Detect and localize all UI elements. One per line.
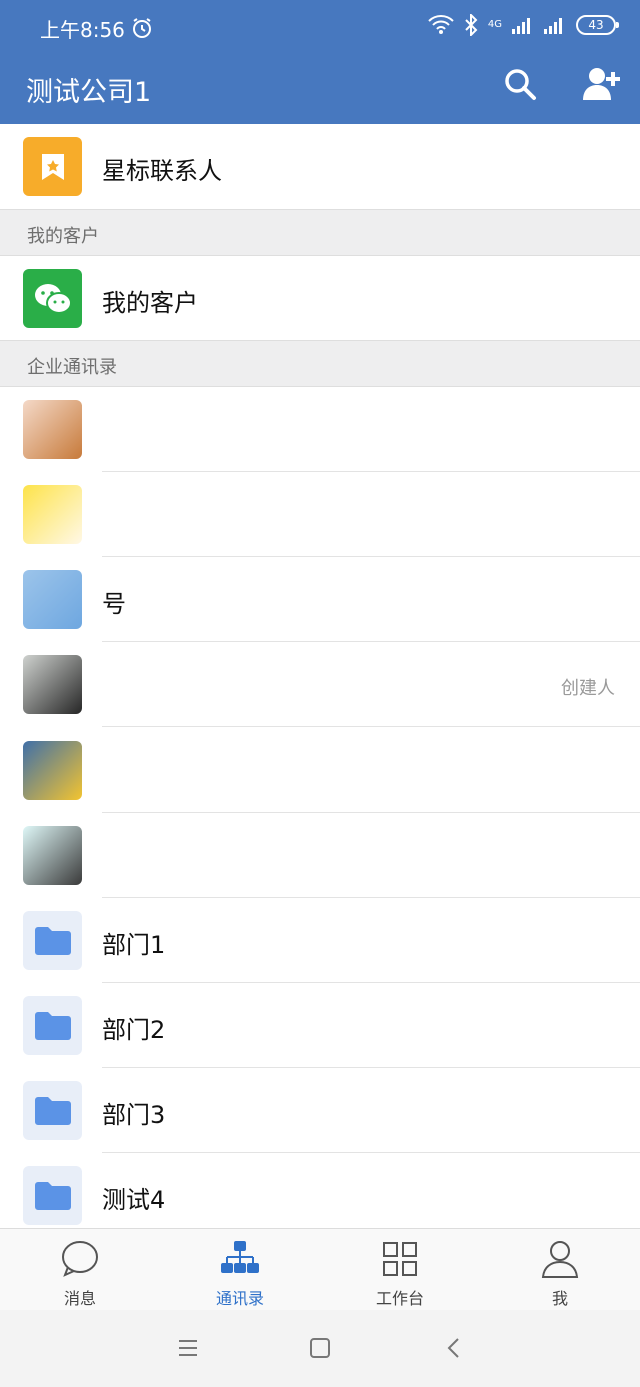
avatar	[23, 826, 82, 885]
network-type: 4G	[487, 19, 502, 30]
department-row[interactable]: 测试4	[0, 1153, 640, 1238]
wifi-icon	[428, 15, 454, 34]
add-contact-icon[interactable]	[582, 66, 620, 102]
folder-icon	[23, 1081, 82, 1140]
starred-label: 星标联系人	[102, 157, 222, 185]
my-customers-row[interactable]: 我的客户	[0, 256, 640, 341]
wechat-icon	[23, 269, 82, 328]
back-icon[interactable]	[442, 1336, 466, 1360]
status-indicators: 4G 43	[428, 14, 619, 36]
folder-icon	[23, 996, 82, 1055]
tab-label: 消息	[63, 1289, 96, 1308]
starred-icon	[23, 137, 82, 196]
section-header-customers: 我的客户	[0, 209, 640, 256]
bluetooth-icon	[465, 14, 478, 36]
avatar	[23, 570, 82, 629]
contact-row[interactable]	[0, 387, 640, 472]
system-nav-bar	[0, 1310, 640, 1387]
tab-messages[interactable]: 消息	[0, 1229, 160, 1311]
contact-row[interactable]	[0, 813, 640, 898]
avatar	[23, 655, 82, 714]
grid-icon	[383, 1242, 417, 1276]
search-icon[interactable]	[502, 66, 538, 102]
my-customers-label: 我的客户	[102, 289, 198, 317]
contact-row[interactable]	[0, 472, 640, 557]
department-row[interactable]: 部门2	[0, 983, 640, 1068]
department-name: 部门3	[102, 1101, 166, 1129]
battery-indicator: 43	[576, 15, 619, 35]
tab-label: 工作台	[375, 1289, 424, 1308]
department-name: 部门1	[102, 931, 166, 959]
contact-row[interactable]: 号	[0, 557, 640, 642]
home-icon[interactable]	[308, 1336, 332, 1360]
tab-label: 我	[551, 1289, 568, 1308]
bottom-tab-bar: 消息 通讯录 工作台 我	[0, 1228, 640, 1310]
menu-icon[interactable]	[176, 1336, 200, 1360]
avatar	[23, 400, 82, 459]
alarm-icon	[133, 18, 151, 38]
section-title-customers: 我的客户	[27, 226, 99, 247]
tab-me[interactable]: 我	[480, 1229, 640, 1311]
department-row[interactable]: 部门1	[0, 898, 640, 983]
creator-badge: 创建人	[561, 678, 615, 699]
section-header-directory: 企业通讯录	[0, 340, 640, 387]
chat-icon	[62, 1241, 98, 1277]
signal-icon-2	[544, 18, 562, 34]
folder-icon	[23, 1166, 82, 1225]
folder-icon	[23, 911, 82, 970]
avatar	[23, 741, 82, 800]
contact-name: 号	[102, 590, 126, 618]
status-bar: 上午8:56 4G 43	[0, 0, 640, 56]
contact-row[interactable]: 创建人	[0, 642, 640, 727]
department-row[interactable]: 部门3	[0, 1068, 640, 1153]
person-icon	[541, 1241, 579, 1278]
starred-contacts-row[interactable]: 星标联系人	[0, 124, 640, 209]
status-time: 上午8:56	[40, 18, 125, 42]
section-title-directory: 企业通讯录	[27, 357, 117, 378]
tab-label: 通讯录	[215, 1289, 264, 1308]
avatar	[23, 485, 82, 544]
page-title: 测试公司1	[26, 77, 152, 108]
contact-row[interactable]	[0, 728, 640, 813]
tab-contacts[interactable]: 通讯录	[160, 1229, 320, 1311]
department-name: 测试4	[102, 1186, 166, 1214]
signal-icon	[512, 18, 530, 34]
department-name: 部门2	[102, 1016, 166, 1044]
org-chart-icon	[221, 1241, 259, 1273]
divider	[102, 726, 640, 727]
tab-workbench[interactable]: 工作台	[320, 1229, 480, 1311]
app-bar: 测试公司1	[0, 56, 640, 124]
